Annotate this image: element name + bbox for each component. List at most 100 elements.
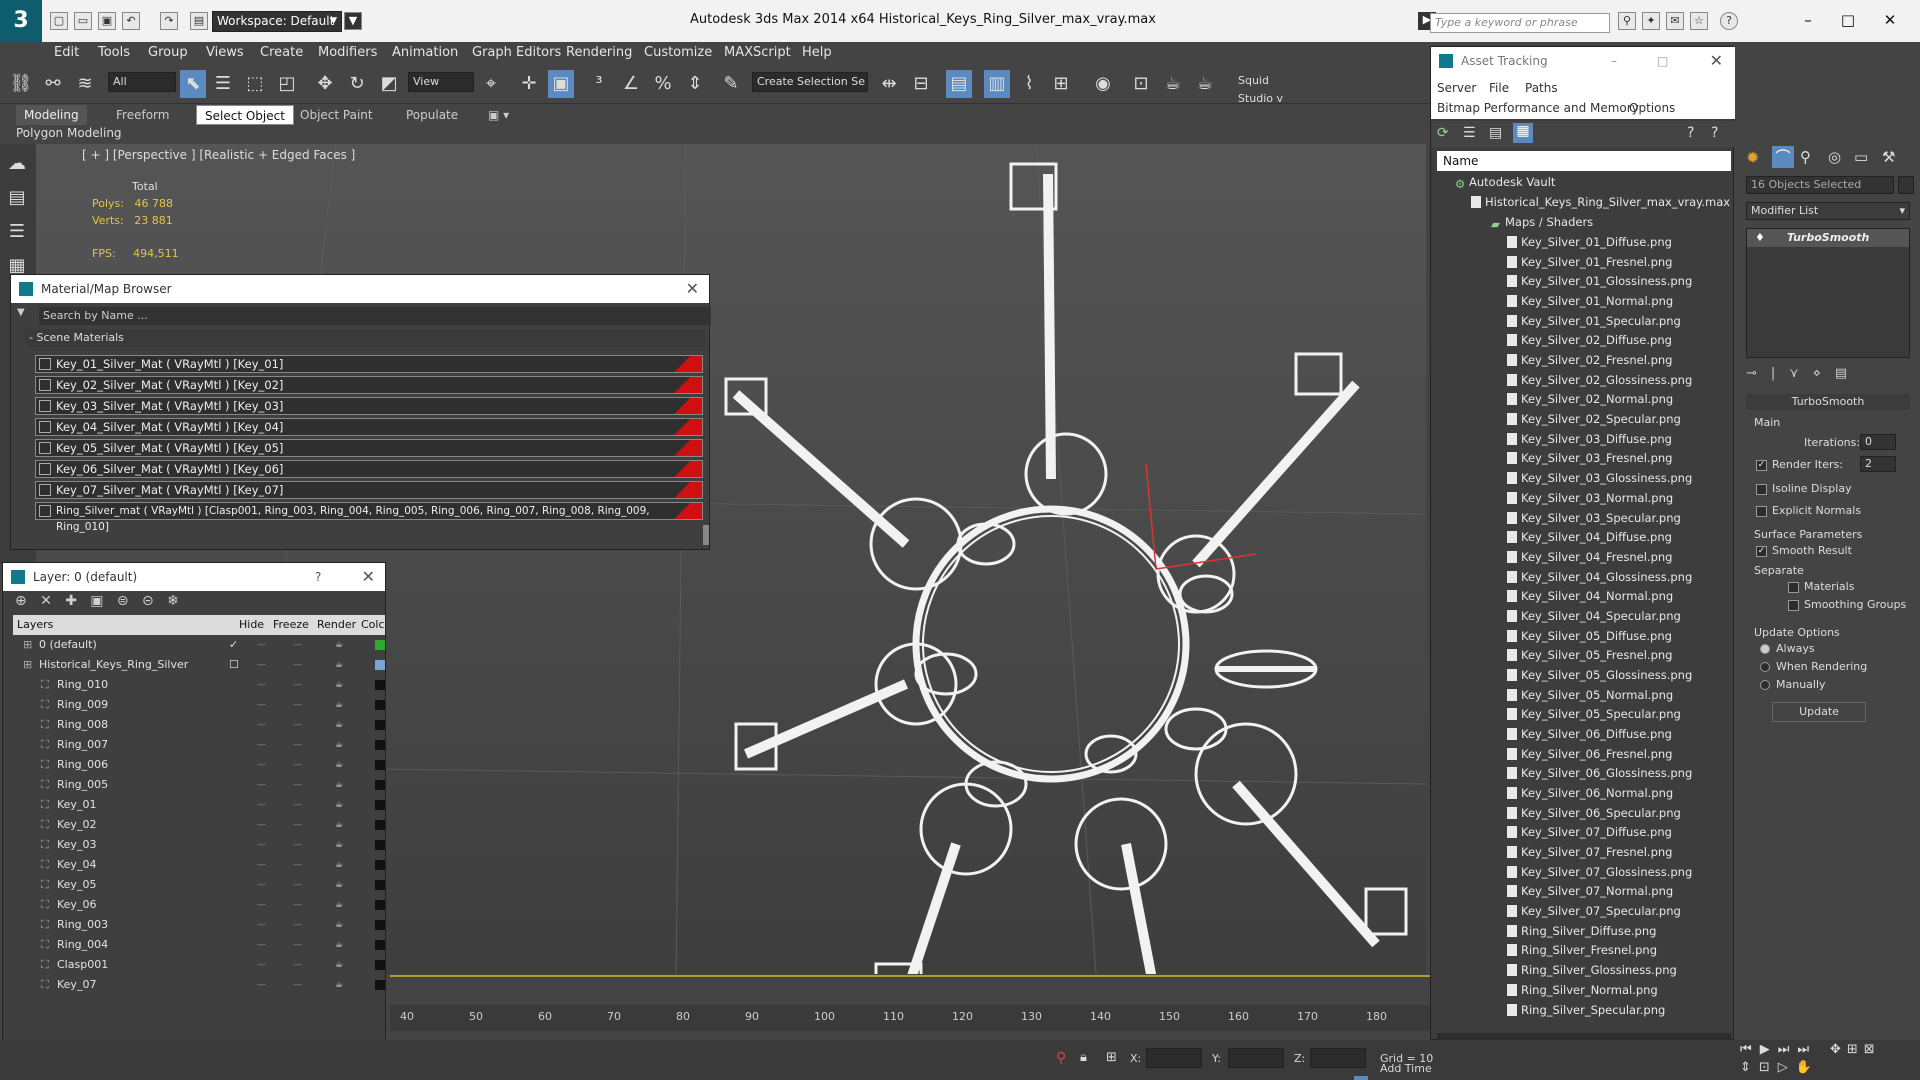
- edit-named-selection-icon[interactable]: ✎: [718, 70, 744, 98]
- hide-toggle[interactable]: —: [257, 797, 266, 813]
- layer-color-swatch[interactable]: [375, 760, 385, 770]
- render-teapot-icon[interactable]: ☕: [335, 717, 343, 733]
- asset-file-row[interactable]: Key_Silver_06_Glossiness.png: [1507, 764, 1692, 783]
- hide-toggle[interactable]: —: [257, 817, 266, 833]
- smooth-result-checkbox[interactable]: ✓: [1756, 546, 1767, 557]
- layer-row[interactable]: ⛶ Ring_005 — — ☕: [13, 777, 385, 793]
- smoothing-groups-checkbox[interactable]: [1788, 600, 1799, 611]
- render-teapot-icon[interactable]: ☕: [335, 977, 343, 993]
- menu-bitmap-performance[interactable]: Bitmap Performance and Memory: [1437, 101, 1639, 115]
- snap-toggle-icon[interactable]: ³: [586, 70, 612, 98]
- material-row[interactable]: Key_06_Silver_Mat ( VRayMtl ) [Key_06]: [35, 460, 703, 478]
- communication-icon[interactable]: ✉: [1666, 12, 1684, 30]
- layer-row[interactable]: ⛶ Key_05 — — ☕: [13, 877, 385, 893]
- render-teapot-icon[interactable]: ☕: [335, 937, 343, 953]
- asset-file-row[interactable]: Key_Silver_02_Specular.png: [1507, 410, 1681, 429]
- selection-name-field[interactable]: 16 Objects Selected: [1746, 176, 1894, 194]
- render-teapot-icon[interactable]: ☕: [335, 857, 343, 873]
- material-row[interactable]: Key_01_Silver_Mat ( VRayMtl ) [Key_01]: [35, 355, 703, 373]
- scene-explorer-icon[interactable]: ☁: [4, 150, 30, 178]
- tab-object-paint[interactable]: Object Paint: [292, 105, 381, 125]
- z-coordinate-field[interactable]: [1310, 1048, 1366, 1068]
- layer-expand-icon[interactable]: ⊞: [23, 657, 32, 673]
- menu-options[interactable]: Options: [1629, 101, 1675, 115]
- layer-color-swatch[interactable]: [375, 820, 385, 830]
- menu-paths[interactable]: Paths: [1525, 81, 1558, 95]
- refresh-icon[interactable]: ⟳: [1437, 125, 1449, 141]
- modify-tab-icon[interactable]: ⌒: [1772, 146, 1794, 168]
- mirror-icon[interactable]: ⇹: [876, 70, 902, 98]
- active-layer-check-icon[interactable]: ✓: [229, 637, 238, 653]
- layer-color-swatch[interactable]: [375, 940, 385, 950]
- asset-file-row[interactable]: Key_Silver_01_Normal.png: [1507, 292, 1673, 311]
- layer-row[interactable]: ⛶ Key_07 — — ☕: [13, 977, 385, 993]
- asset-tracking-titlebar[interactable]: Asset Tracking – □ ✕: [1431, 47, 1733, 75]
- asset-vault-row[interactable]: ⚙ Autodesk Vault: [1455, 173, 1555, 192]
- angle-snap-icon[interactable]: ∠: [618, 70, 644, 98]
- tab-freeform[interactable]: Freeform: [108, 105, 177, 125]
- render-teapot-icon[interactable]: ☕: [335, 697, 343, 713]
- new-layer-icon[interactable]: ⊕: [15, 593, 27, 609]
- search-input[interactable]: Type a keyword or phrase: [1430, 13, 1610, 33]
- asset-file-row[interactable]: Key_Silver_05_Specular.png: [1507, 705, 1681, 724]
- squid-studio-label[interactable]: Squid Studio v: [1234, 72, 1306, 105]
- list-icon[interactable]: ☰: [4, 218, 30, 246]
- layer-color-swatch[interactable]: [375, 880, 385, 890]
- add-to-layer-icon[interactable]: ✚: [65, 593, 77, 609]
- hide-toggle[interactable]: —: [257, 697, 266, 713]
- maximize-icon[interactable]: □: [1830, 8, 1866, 32]
- menu-graph-editors[interactable]: Graph Editors: [472, 45, 561, 60]
- asset-file-row[interactable]: Ring_Silver_Fresnel.png: [1507, 941, 1657, 960]
- asset-scene-file-row[interactable]: Historical_Keys_Ring_Silver_max_vray.max: [1471, 193, 1730, 212]
- menu-edit[interactable]: Edit: [54, 45, 79, 60]
- layer-color-swatch[interactable]: [375, 960, 385, 970]
- layer-row[interactable]: ⛶ Ring_009 — — ☕: [13, 697, 385, 713]
- menu-maxscript[interactable]: MAXScript: [724, 45, 791, 60]
- freeze-toggle[interactable]: —: [293, 637, 302, 653]
- col-hide[interactable]: Hide: [239, 615, 264, 635]
- menu-views[interactable]: Views: [206, 45, 244, 60]
- selection-filter-dropdown[interactable]: All: [108, 72, 176, 92]
- time-tag-icon[interactable]: [1354, 1076, 1368, 1080]
- col-render[interactable]: Render: [317, 615, 356, 635]
- explicit-normals-checkbox[interactable]: [1756, 506, 1767, 517]
- hide-toggle[interactable]: —: [257, 637, 266, 653]
- ribbon-options-icon[interactable]: ▣ ▾: [480, 105, 517, 125]
- menu-group[interactable]: Group: [148, 45, 188, 60]
- set-active-layer-icon[interactable]: ☐: [229, 657, 239, 673]
- render-teapot-icon[interactable]: ☕: [335, 797, 343, 813]
- render-teapot-icon[interactable]: ☕: [335, 677, 343, 693]
- material-row[interactable]: Key_07_Silver_Mat ( VRayMtl ) [Key_07]: [35, 481, 703, 499]
- asset-file-row[interactable]: Key_Silver_06_Normal.png: [1507, 784, 1673, 803]
- asset-file-row[interactable]: Key_Silver_03_Glossiness.png: [1507, 469, 1692, 488]
- asset-file-row[interactable]: Key_Silver_01_Glossiness.png: [1507, 272, 1692, 291]
- layer-row[interactable]: ⛶ Key_02 — — ☕: [13, 817, 385, 833]
- isoline-display-checkbox[interactable]: [1756, 484, 1767, 495]
- select-manipulate-icon[interactable]: ✛: [516, 70, 542, 98]
- asset-file-row[interactable]: Key_Silver_03_Specular.png: [1507, 509, 1681, 528]
- layer-explorer-icon[interactable]: ▤: [4, 184, 30, 212]
- hide-all-layers-icon[interactable]: ⊝: [142, 593, 154, 609]
- hide-toggle[interactable]: —: [257, 957, 266, 973]
- app-logo[interactable]: 3: [0, 0, 42, 42]
- menu-customize[interactable]: Customize: [644, 45, 712, 60]
- layer-row[interactable]: ⛶ Ring_003 — — ☕: [13, 917, 385, 933]
- maximize-icon[interactable]: □: [1657, 47, 1668, 75]
- ribbon-toggle-icon[interactable]: ▥: [984, 70, 1010, 98]
- help-icon[interactable]: ?: [1687, 125, 1694, 141]
- percent-snap-icon[interactable]: %: [650, 70, 676, 98]
- render-teapot-icon[interactable]: ☕: [335, 817, 343, 833]
- stack-tools[interactable]: ⊸|⋎⋄▤: [1746, 366, 1861, 381]
- table-view-icon[interactable]: ▦: [1513, 123, 1533, 143]
- freeze-toggle[interactable]: —: [293, 977, 302, 993]
- close-icon[interactable]: ✕: [1872, 8, 1908, 32]
- freeze-toggle[interactable]: —: [293, 837, 302, 853]
- layer-row[interactable]: ⛶ Key_01 — — ☕: [13, 797, 385, 813]
- minimize-icon[interactable]: –: [1790, 8, 1826, 32]
- close-icon[interactable]: ✕: [1710, 47, 1723, 75]
- render-teapot-icon[interactable]: ☕: [335, 757, 343, 773]
- layer-row[interactable]: ⛶ Ring_007 — — ☕: [13, 737, 385, 753]
- asset-file-row[interactable]: Key_Silver_02_Normal.png: [1507, 390, 1673, 409]
- layer-row[interactable]: ⛶ Ring_010 — — ☕: [13, 677, 385, 693]
- close-icon[interactable]: ✕: [362, 563, 375, 591]
